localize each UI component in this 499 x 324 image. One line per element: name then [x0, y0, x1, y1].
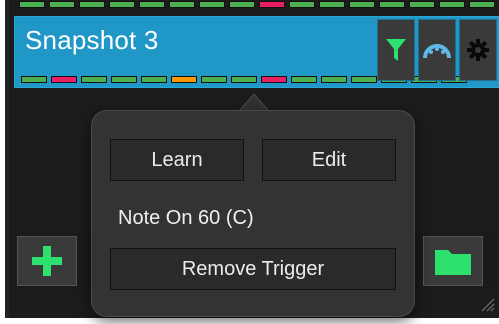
- folder-icon: [435, 250, 471, 275]
- led-indicator: [79, 1, 105, 8]
- settings-button[interactable]: [459, 19, 497, 81]
- resize-grip-icon[interactable]: [481, 298, 495, 312]
- led-indicator: [469, 1, 495, 8]
- plus-icon: [32, 246, 62, 276]
- led-indicator: [169, 1, 195, 8]
- funnel-icon: [386, 39, 406, 61]
- led-indicator: [49, 1, 75, 8]
- led-indicator: [141, 76, 167, 83]
- led-indicator: [379, 1, 405, 8]
- midi-button[interactable]: [418, 19, 456, 81]
- led-indicator: [109, 1, 135, 8]
- snapshot-card[interactable]: Snapshot 3: [14, 16, 499, 88]
- led-indicator: [439, 1, 465, 8]
- learn-button[interactable]: Learn: [110, 139, 244, 181]
- led-indicator: [409, 1, 435, 8]
- top-led-row: [19, 1, 495, 8]
- led-indicator: [319, 1, 345, 8]
- led-indicator: [111, 76, 137, 83]
- gauge-icon: [423, 44, 451, 59]
- led-indicator: [139, 1, 165, 8]
- led-indicator: [261, 76, 287, 83]
- snapshot-title: Snapshot 3: [25, 25, 159, 55]
- remove-trigger-button[interactable]: Remove Trigger: [110, 248, 396, 290]
- led-indicator: [81, 76, 107, 83]
- led-indicator: [291, 76, 317, 83]
- add-button[interactable]: [17, 236, 77, 286]
- edit-button[interactable]: Edit: [262, 139, 396, 181]
- gear-icon: [467, 39, 489, 61]
- led-indicator: [349, 1, 375, 8]
- led-indicator: [229, 1, 255, 8]
- led-indicator: [201, 76, 227, 83]
- filter-button[interactable]: [377, 19, 415, 81]
- trigger-popover: Learn Edit Note On 60 (C) Remove Trigger: [91, 110, 415, 317]
- led-indicator: [289, 1, 315, 8]
- trigger-description: Note On 60 (C): [118, 207, 254, 229]
- led-indicator: [171, 76, 197, 83]
- led-indicator: [321, 76, 347, 83]
- led-indicator: [21, 76, 47, 83]
- led-indicator: [51, 76, 77, 83]
- led-indicator: [19, 1, 45, 8]
- led-indicator: [351, 76, 377, 83]
- led-indicator: [259, 1, 285, 8]
- led-indicator: [199, 1, 225, 8]
- open-folder-button[interactable]: [423, 236, 483, 286]
- led-indicator: [231, 76, 257, 83]
